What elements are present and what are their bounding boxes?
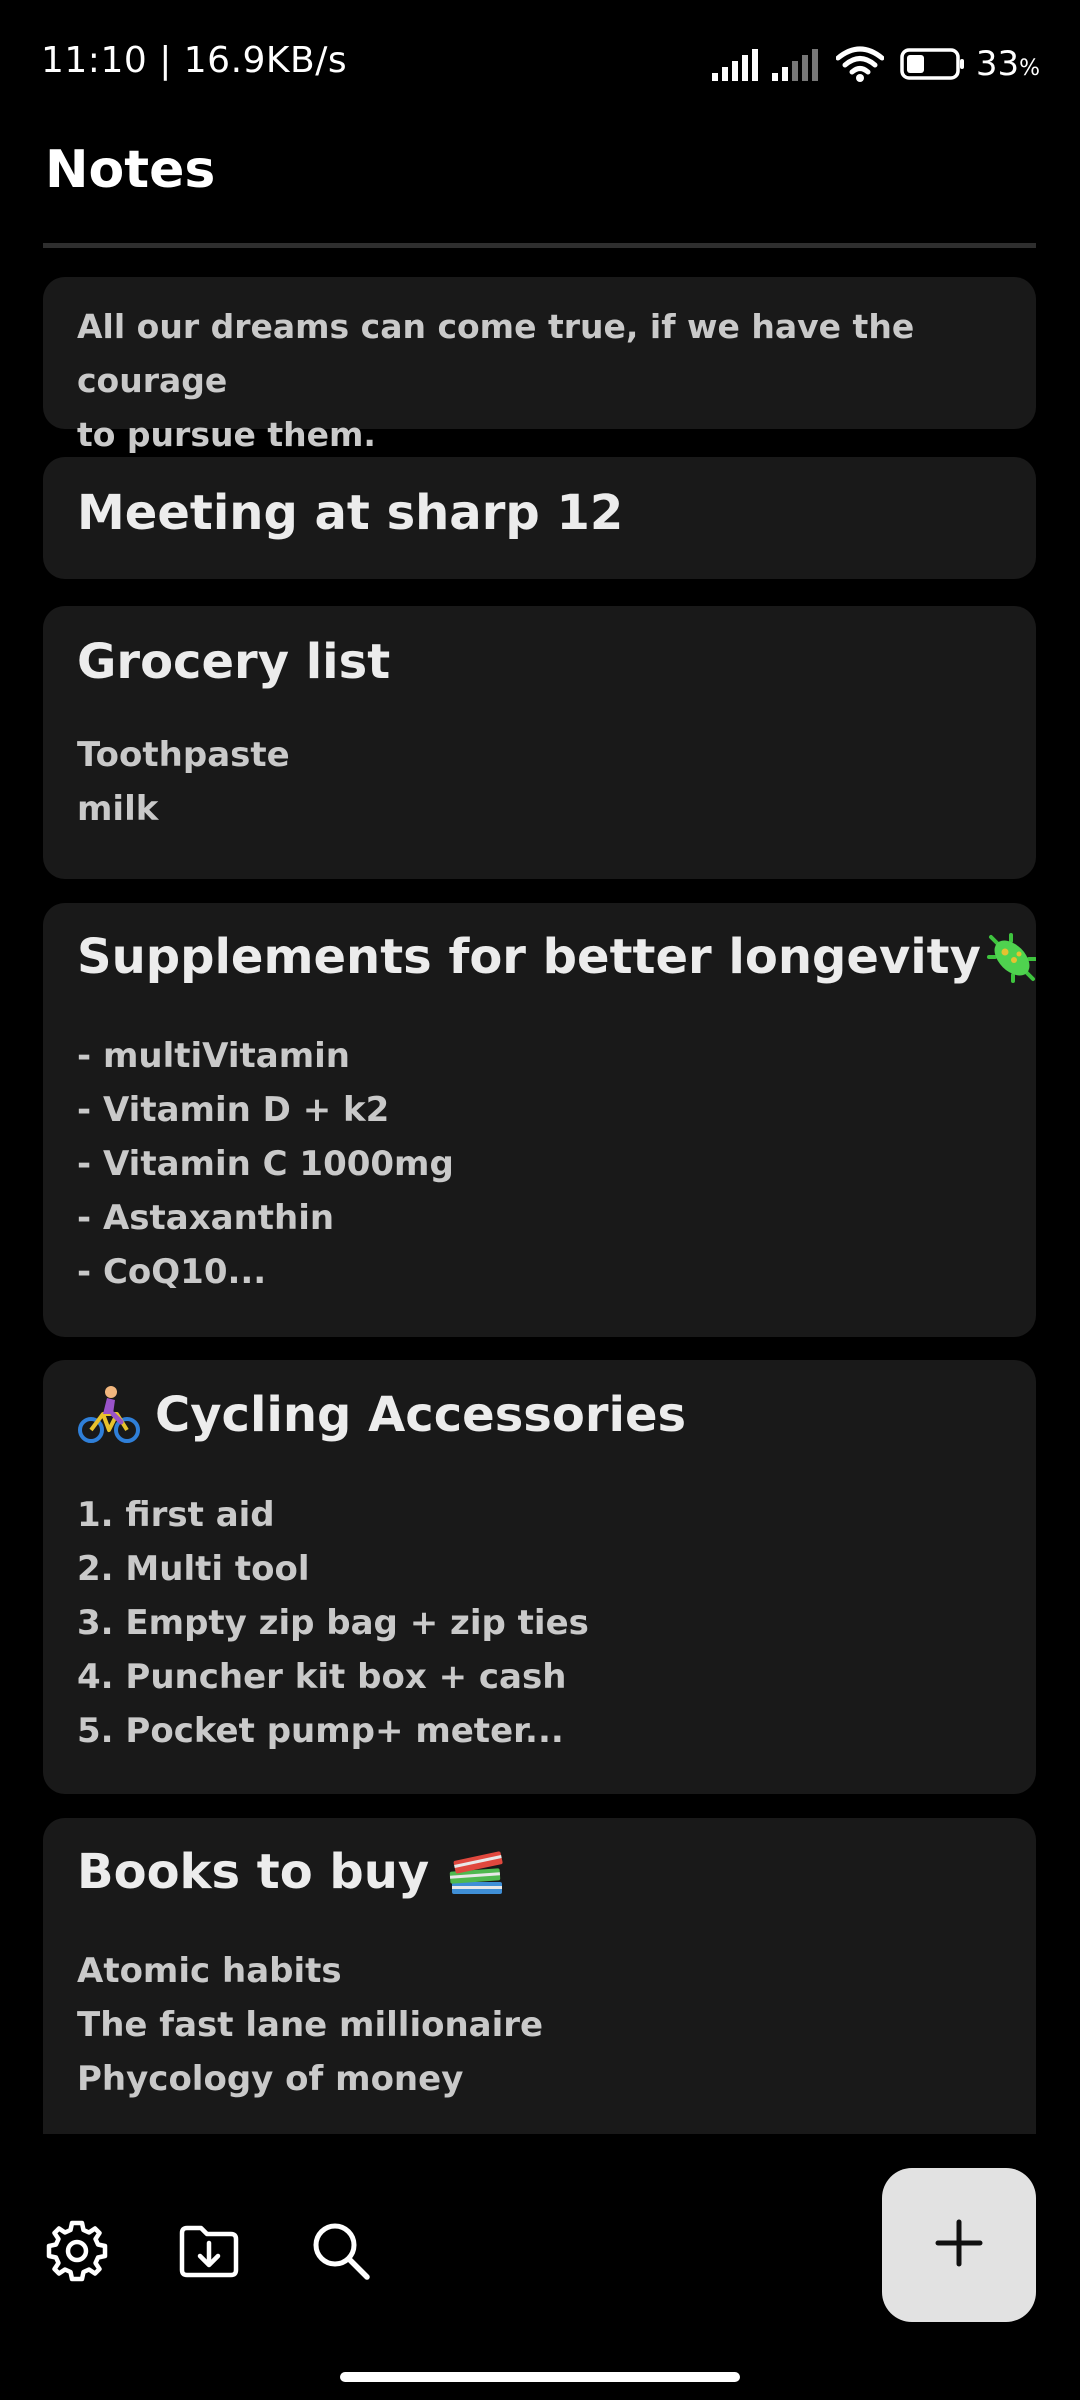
status-time-speed: 11:10 | 16.9KB/s <box>41 40 348 81</box>
battery-value: 33 <box>975 44 1020 84</box>
settings-icon[interactable] <box>42 2216 112 2286</box>
books-emoji-icon <box>446 1842 508 1908</box>
note-title-text: Books to buy <box>77 1843 430 1900</box>
note-title: Cycling Accessories <box>77 1384 1002 1452</box>
note-title: Books to buy <box>77 1842 1002 1908</box>
note-card-books[interactable]: Books to buy Atomic habits The fast lane… <box>43 1818 1036 2134</box>
note-body: Toothpaste milk <box>77 734 290 829</box>
note-title: Supplements for better longevity <box>77 927 1036 993</box>
status-bar: 11:10 | 16.9KB/s 33% <box>0 0 1080 130</box>
note-title-text: Cycling Accessories <box>155 1386 687 1443</box>
notes-list[interactable]: All our dreams can come true, if we have… <box>43 277 1036 2134</box>
note-body: Atomic habits The fast lane millionaire … <box>77 1950 544 2099</box>
note-body: All our dreams can come true, if we have… <box>77 307 915 454</box>
header-divider <box>43 243 1036 248</box>
import-folder-icon[interactable] <box>174 2216 244 2286</box>
note-title: Grocery list <box>77 634 391 690</box>
note-card-meeting[interactable]: Meeting at sharp 12 <box>43 457 1036 579</box>
wifi-icon <box>835 46 884 82</box>
battery-text: 33% <box>976 44 1040 84</box>
add-note-button[interactable] <box>882 2168 1036 2322</box>
page-title: Notes <box>45 140 216 200</box>
microbe-emoji-icon <box>981 927 1036 993</box>
battery-icon <box>900 48 966 80</box>
status-icons: 33% <box>711 44 1040 84</box>
cyclist-emoji-icon <box>77 1384 155 1452</box>
note-body: - multiVitamin - Vitamin D + k2 - Vitami… <box>77 1035 454 1292</box>
home-indicator[interactable] <box>340 2372 740 2382</box>
search-icon[interactable] <box>306 2216 376 2286</box>
add-icon <box>934 2218 984 2272</box>
note-body: 1. first aid 2. Multi tool 3. Empty zip … <box>77 1494 589 1751</box>
battery-unit: % <box>1019 56 1040 81</box>
note-card-grocery[interactable]: Grocery list Toothpaste milk <box>43 606 1036 879</box>
signal-icon <box>711 47 762 81</box>
note-title: Meeting at sharp 12 <box>77 485 624 541</box>
note-title-text: Supplements for better longevity <box>77 928 981 985</box>
signal-icon-2 <box>771 47 822 81</box>
note-card-quote[interactable]: All our dreams can come true, if we have… <box>43 277 1036 454</box>
note-card-cycling[interactable]: Cycling Accessories 1. first aid 2. Mult… <box>43 1360 1036 1794</box>
note-card-supplements[interactable]: Supplements for better longevity - multi… <box>43 903 1036 1337</box>
